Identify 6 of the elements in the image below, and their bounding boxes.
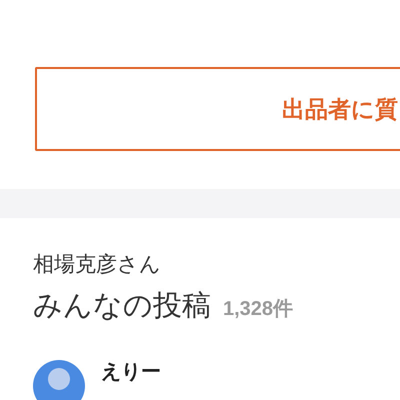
ask-seller-button[interactable]: 出品者に質 (35, 67, 400, 151)
user-name: えりー (101, 360, 161, 384)
post-count: 1,328件 (223, 297, 294, 322)
section-title: みんなの投稿 (33, 289, 211, 324)
author-name: 相場克彦さん (33, 252, 162, 278)
avatar-icon (33, 360, 85, 400)
